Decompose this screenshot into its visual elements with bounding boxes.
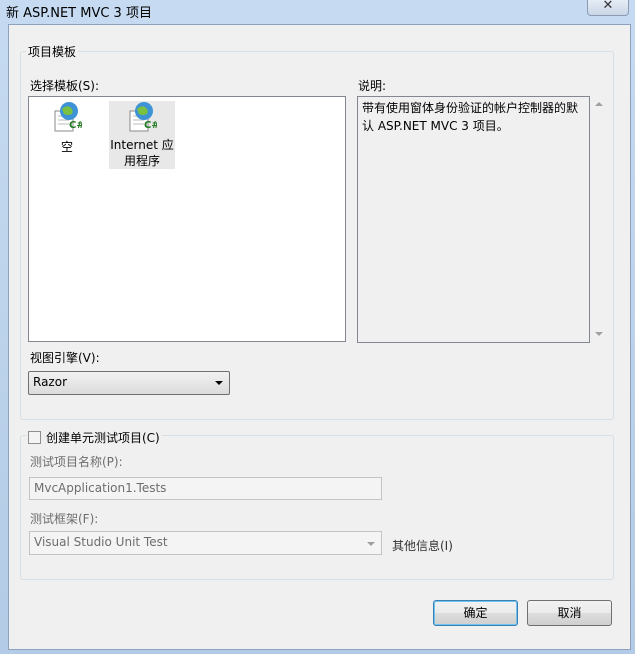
description-scrollbar[interactable]	[591, 96, 607, 343]
close-button[interactable]: ✕	[587, 0, 629, 16]
dialog-window: 新 ASP.NET MVC 3 项目 ✕ 项目模板 选择模板(S): C# 空	[0, 0, 635, 654]
description-box: 带有使用窗体身份验证的帐户控制器的默 认 ASP.NET MVC 3 项目。	[357, 96, 590, 343]
window-title: 新 ASP.NET MVC 3 项目	[6, 6, 152, 21]
test-framework-select[interactable]: Visual Studio Unit Test	[29, 531, 382, 555]
create-unit-test-label: 创建单元测试项目(C)	[46, 431, 160, 445]
template-label-internet-app-line2: 用程序	[123, 154, 160, 168]
ok-button[interactable]: 确定	[433, 600, 518, 626]
chevron-down-icon	[367, 542, 375, 546]
create-unit-test-option[interactable]: 创建单元测试项目(C)	[26, 428, 162, 446]
dialog-client-area: 项目模板 选择模板(S): C# 空	[8, 24, 631, 650]
template-item-internet-app[interactable]: C# Internet 应 用程序	[109, 101, 175, 169]
web-csharp-project-icon: C#	[129, 102, 157, 132]
test-project-name-label: 测试项目名称(P):	[30, 455, 123, 469]
test-framework-label: 测试框架(F):	[30, 512, 99, 526]
svg-text:C#: C#	[144, 120, 157, 131]
test-framework-value: Visual Studio Unit Test	[34, 535, 168, 549]
scroll-down-arrow-icon[interactable]	[595, 332, 603, 336]
template-label-empty: 空	[60, 140, 73, 154]
description-label: 说明:	[358, 79, 387, 93]
template-list[interactable]: C# 空 C# Internet 应 用程序	[28, 96, 346, 342]
cancel-button[interactable]: 取消	[527, 600, 612, 626]
test-project-name-field[interactable]: MvcApplication1.Tests	[29, 477, 382, 500]
template-item-empty[interactable]: C# 空	[45, 101, 89, 157]
view-engine-value: Razor	[33, 375, 68, 389]
create-unit-test-checkbox[interactable]	[28, 431, 41, 444]
chevron-down-icon	[215, 381, 223, 385]
template-label-internet-app-line1: Internet 应	[110, 138, 174, 152]
scroll-up-arrow-icon[interactable]	[595, 102, 603, 106]
title-bar[interactable]: 新 ASP.NET MVC 3 项目 ✕	[0, 0, 635, 24]
svg-text:C#: C#	[69, 120, 82, 131]
web-csharp-project-icon: C#	[54, 102, 82, 132]
description-text-line2: 认 ASP.NET MVC 3 项目。	[362, 119, 509, 133]
project-template-group-label: 项目模板	[26, 43, 79, 60]
more-info-link[interactable]: 其他信息(I)	[392, 537, 453, 554]
view-engine-label: 视图引擎(V):	[30, 351, 100, 365]
description-text-line1: 带有使用窗体身份验证的帐户控制器的默	[362, 101, 579, 115]
view-engine-select[interactable]: Razor	[28, 371, 230, 395]
select-template-label: 选择模板(S):	[30, 79, 100, 93]
